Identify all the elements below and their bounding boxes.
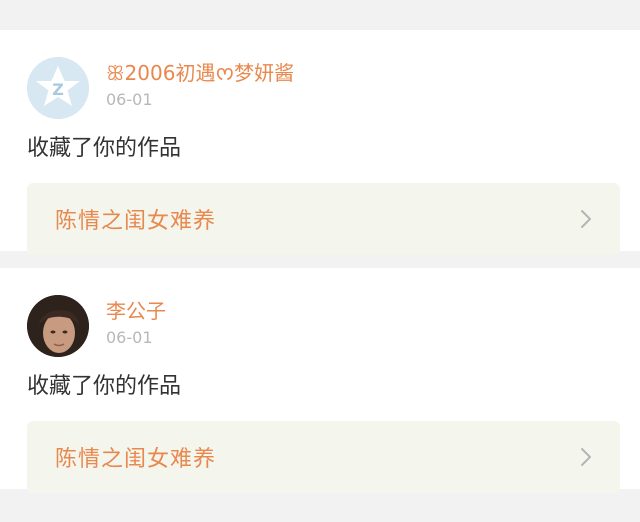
notification-card: Z ꕥ2006初遇ᰔ梦妍酱 06-01 收藏了你的作品 陈情之闺女难养 — [0, 30, 640, 255]
work-link[interactable]: 陈情之闺女难养 — [27, 183, 620, 255]
timestamp: 06-01 — [106, 90, 153, 109]
notification-card: 李公子 06-01 收藏了你的作品 陈情之闺女难养 — [0, 268, 640, 493]
timestamp: 06-01 — [106, 328, 153, 347]
default-avatar-icon: Z — [27, 57, 89, 119]
action-text: 收藏了你的作品 — [27, 374, 182, 399]
work-title: 陈情之闺女难养 — [55, 447, 217, 472]
user-meta: 李公子 06-01 — [106, 295, 166, 348]
username[interactable]: 李公子 — [106, 298, 166, 324]
user-row: 李公子 06-01 — [27, 295, 620, 357]
chevron-right-icon — [580, 447, 592, 467]
chevron-right-icon — [580, 209, 592, 229]
svg-text:Z: Z — [52, 80, 64, 99]
username[interactable]: ꕥ2006初遇ᰔ梦妍酱 — [106, 60, 294, 86]
work-title: 陈情之闺女难养 — [55, 209, 217, 234]
avatar[interactable]: Z — [27, 57, 89, 119]
avatar[interactable] — [27, 295, 89, 357]
action-text: 收藏了你的作品 — [27, 136, 182, 161]
top-spacer — [0, 0, 640, 30]
work-link[interactable]: 陈情之闺女难养 — [27, 421, 620, 493]
user-row: Z ꕥ2006初遇ᰔ梦妍酱 06-01 — [27, 57, 620, 119]
user-meta: ꕥ2006初遇ᰔ梦妍酱 06-01 — [106, 57, 294, 110]
user-photo — [27, 295, 89, 357]
